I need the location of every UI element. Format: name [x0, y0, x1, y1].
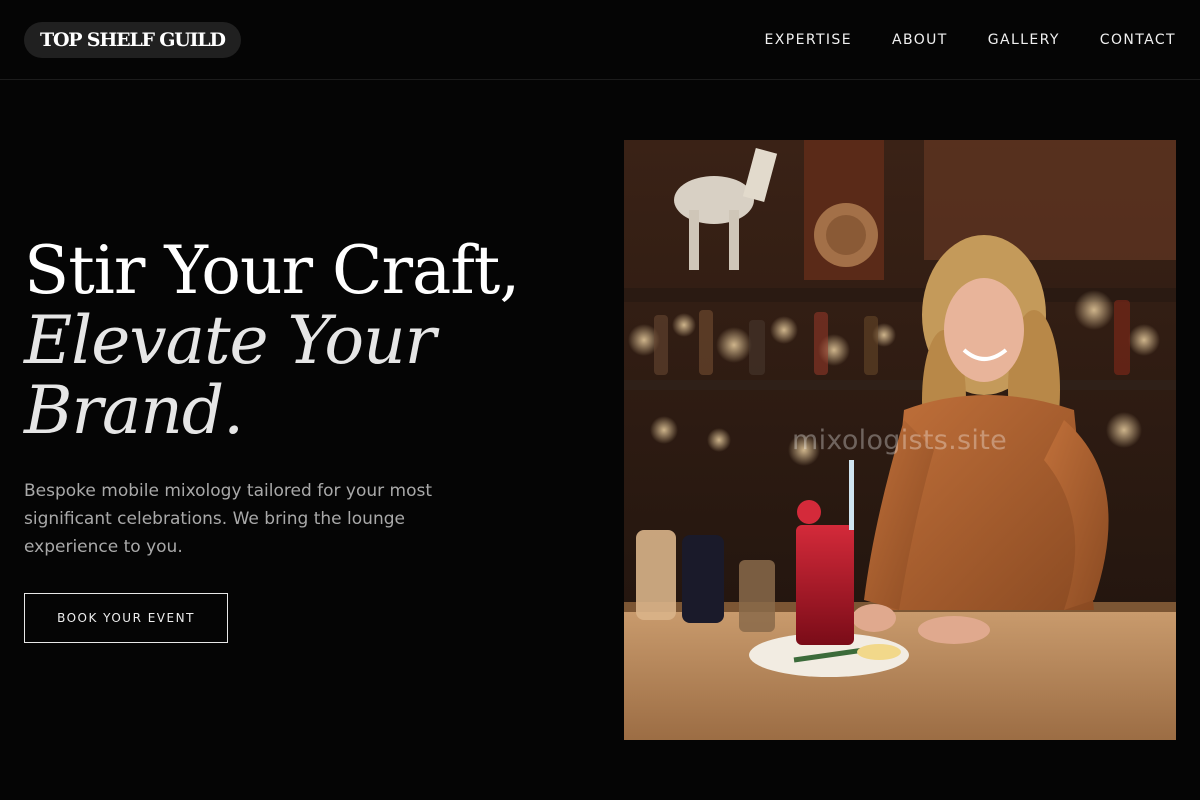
hero-photo: mixologists.site — [624, 140, 1176, 740]
nav-about[interactable]: ABOUT — [892, 32, 948, 48]
main-nav: EXPERTISE ABOUT GALLERY CONTACT — [765, 32, 1176, 48]
photo-watermark: mixologists.site — [792, 425, 1007, 456]
hero-subtitle: Bespoke mobile mixology tailored for you… — [24, 481, 433, 557]
hero-title-line3: Brand. — [24, 372, 244, 449]
site-logo[interactable]: TOP SHELF GUILD — [24, 21, 241, 58]
nav-contact[interactable]: CONTACT — [1100, 32, 1176, 48]
nav-expertise[interactable]: EXPERTISE — [765, 32, 852, 48]
page: TOP SHELF GUILD EXPERTISE ABOUT GALLERY … — [0, 0, 1200, 800]
hero-title-line1: Stir Your Craft, — [24, 232, 520, 309]
site-header: TOP SHELF GUILD EXPERTISE ABOUT GALLERY … — [0, 0, 1200, 80]
book-event-button[interactable]: BOOK YOUR EVENT — [24, 593, 228, 643]
hero-title: Stir Your Craft, Elevate Your Brand. — [24, 236, 604, 446]
hero-title-line2: Elevate Your — [24, 302, 436, 379]
nav-gallery[interactable]: GALLERY — [988, 32, 1060, 48]
